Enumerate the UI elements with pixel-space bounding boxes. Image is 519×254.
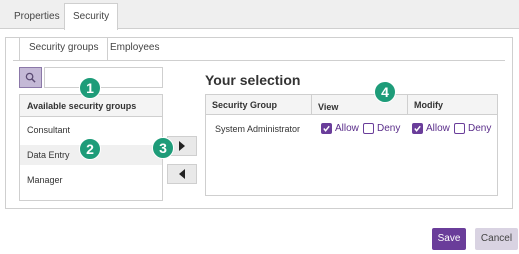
selection-table: Security Group View Modify System Admini…: [205, 94, 498, 196]
column-header-security-group: Security Group: [206, 95, 312, 115]
view-allow-checkbox[interactable]: [321, 123, 332, 134]
top-tab-bar: Properties Security: [0, 0, 519, 30]
check-icon: [414, 125, 421, 132]
callout-marker-1: 1: [79, 77, 101, 99]
modify-deny-label[interactable]: Deny: [468, 122, 491, 136]
callout-marker-2: 2: [79, 138, 101, 160]
search-button[interactable]: [19, 67, 42, 88]
remove-from-selection-button[interactable]: [167, 164, 197, 184]
tab-security[interactable]: Security: [64, 3, 119, 30]
check-icon: [323, 125, 330, 132]
column-header-modify: Modify: [408, 95, 497, 115]
callout-marker-4: 4: [374, 81, 396, 103]
view-deny-checkbox[interactable]: [363, 123, 374, 134]
list-item-manager[interactable]: Manager: [20, 170, 162, 190]
save-button[interactable]: Save: [432, 228, 466, 250]
modify-deny-checkbox[interactable]: [454, 123, 465, 134]
search-icon: [25, 72, 36, 83]
search-input[interactable]: [44, 67, 163, 88]
sub-tab-divider: [13, 60, 505, 61]
modify-allow-label[interactable]: Allow: [426, 122, 450, 136]
tab-properties[interactable]: Properties: [6, 6, 68, 29]
modify-allow-checkbox[interactable]: [412, 123, 423, 134]
selection-title: Your selection: [205, 72, 301, 88]
arrow-right-icon: [179, 141, 185, 151]
tab-employees[interactable]: Employees: [101, 38, 168, 59]
cancel-button[interactable]: Cancel: [475, 228, 518, 250]
selected-group-name: System Administrator: [215, 124, 301, 134]
view-deny-label[interactable]: Deny: [377, 122, 400, 136]
view-allow-label[interactable]: Allow: [335, 122, 359, 136]
list-item-consultant[interactable]: Consultant: [20, 120, 162, 140]
callout-marker-3: 3: [152, 137, 174, 159]
tab-security-groups[interactable]: Security groups: [19, 37, 109, 61]
arrow-left-icon: [179, 169, 185, 179]
